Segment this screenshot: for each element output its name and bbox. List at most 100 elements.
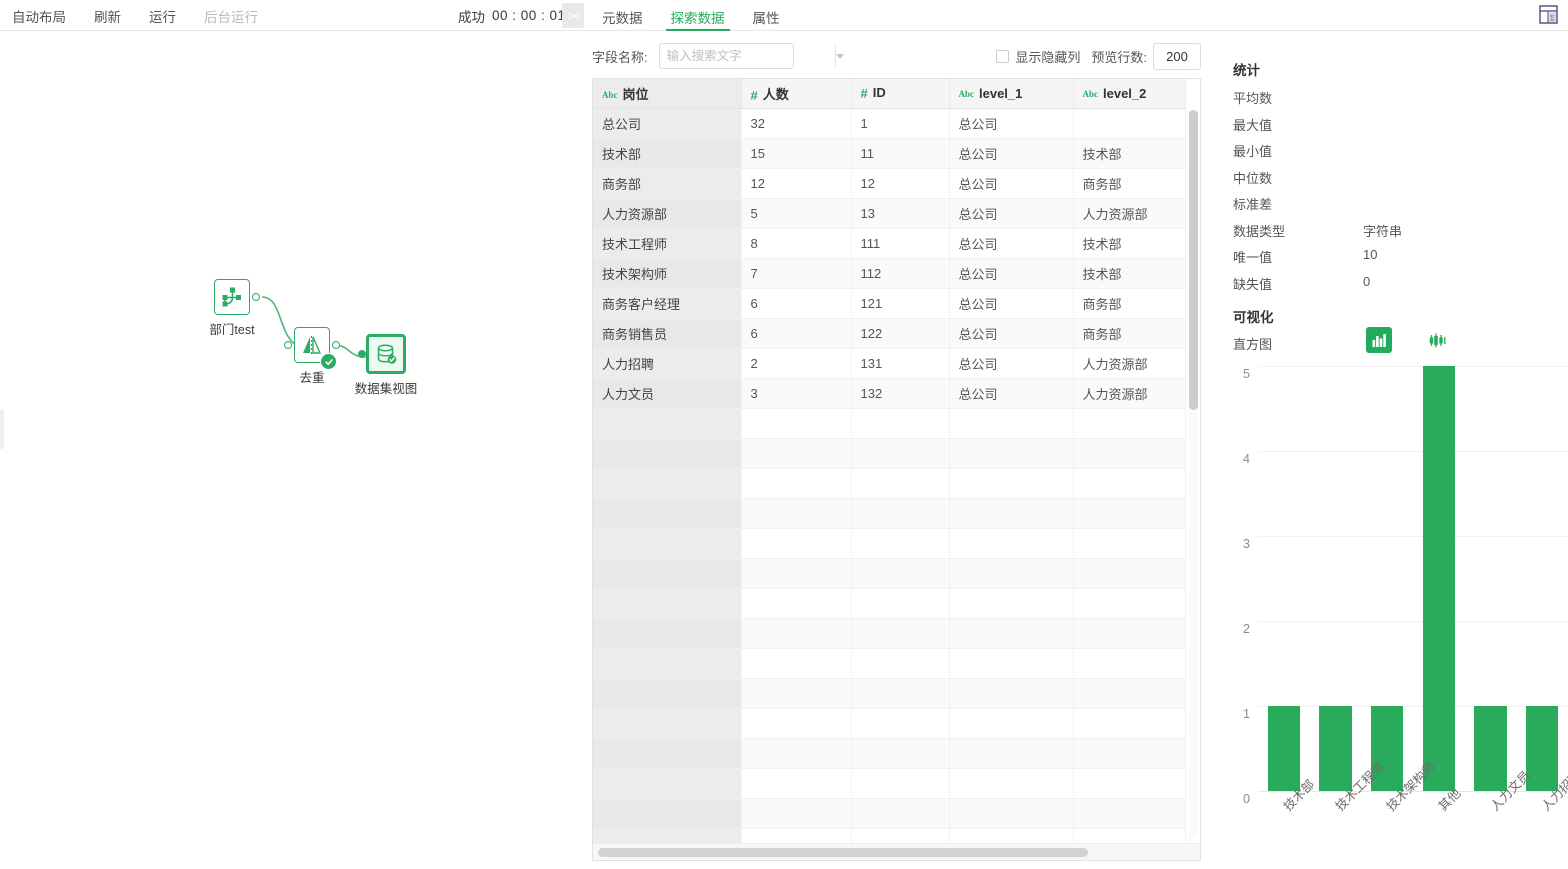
node-output-port[interactable] <box>252 293 260 301</box>
table-cell: 商务客户经理 <box>593 288 742 319</box>
table-column-header-4[interactable]: Abc level_2 <box>1073 79 1186 109</box>
toolbar-action-1[interactable]: 刷新 <box>80 0 135 31</box>
table-cell-empty <box>593 528 742 559</box>
table-cell-empty <box>741 648 852 679</box>
node-box[interactable] <box>284 327 340 370</box>
toolbar-action-3: 后台运行 <box>204 9 258 25</box>
table-vertical-scrollbar[interactable] <box>1189 110 1198 838</box>
table-horizontal-scrollbar[interactable] <box>593 843 1200 860</box>
field-search-combo[interactable] <box>658 43 844 69</box>
table-cell-empty <box>949 528 1074 559</box>
table-vertical-scroll-thumb[interactable] <box>1189 110 1198 410</box>
table-column-header-1[interactable]: # 人数 <box>741 79 852 109</box>
node-input-port[interactable] <box>358 350 366 358</box>
table-cell: 总公司 <box>949 348 1074 379</box>
svg-text:Σ: Σ <box>1550 14 1555 23</box>
table-cell-empty <box>1073 558 1186 589</box>
table-cell: 商务部 <box>1073 318 1186 349</box>
table-column-header-2[interactable]: # ID <box>851 79 950 109</box>
table-cell: 6 <box>741 288 852 319</box>
chart-bar[interactable] <box>1319 706 1352 791</box>
bar-chart-icon[interactable] <box>1366 327 1392 353</box>
table-cell-empty <box>851 438 950 469</box>
workflow-node-source[interactable]: 部门test <box>209 279 260 337</box>
canvas-left-resize-handle[interactable] <box>0 409 4 449</box>
table-row[interactable]: 人力招聘 2 131 总公司 人力资源部 <box>593 348 1186 379</box>
workflow-node-dataset-view[interactable]: 数据集视图 <box>355 334 417 396</box>
show-hidden-columns-checkbox[interactable] <box>996 49 1010 63</box>
table-row[interactable]: 技术部 15 11 总公司 技术部 <box>593 138 1186 169</box>
table-row[interactable]: 商务部 12 12 总公司 商务部 <box>593 168 1186 199</box>
table-row-empty <box>593 648 1186 679</box>
node-box[interactable] <box>214 279 260 315</box>
tab-0[interactable]: 元数据 <box>588 0 657 31</box>
table-column-name: level_2 <box>1103 85 1147 101</box>
table-cell-empty <box>949 708 1074 739</box>
table-cell-empty <box>1073 408 1186 439</box>
table-row[interactable]: 商务销售员 6 122 总公司 商务部 <box>593 318 1186 349</box>
table-cell-empty <box>1073 738 1186 769</box>
preview-rows-input[interactable] <box>1153 42 1201 70</box>
chart-y-tick: 1 <box>1243 707 1250 721</box>
chart-y-tick: 0 <box>1243 792 1250 806</box>
table-cell-empty <box>593 408 742 439</box>
tab-1[interactable]: 探索数据 <box>657 0 739 31</box>
table-cell-empty <box>851 708 950 739</box>
node-output-port[interactable] <box>332 341 340 349</box>
table-column-header-3[interactable]: Abc level_1 <box>949 79 1074 109</box>
stat-label-2: 最小值 <box>1233 144 1273 159</box>
text-type-icon: Abc <box>602 89 618 100</box>
table-column-header-0[interactable]: Abc 岗位 <box>593 79 742 109</box>
table-cell: 人力资源部 <box>593 198 742 229</box>
table-cell-empty <box>851 588 950 619</box>
node-input-port[interactable] <box>284 341 292 349</box>
table-cell-empty <box>949 828 1074 843</box>
summary-table-icon[interactable]: Σ <box>1536 4 1560 26</box>
table-cell-empty <box>851 498 950 529</box>
search-input[interactable] <box>659 44 835 68</box>
table-cell-empty <box>949 438 1074 469</box>
table-cell: 总公司 <box>593 108 742 139</box>
chart-bar[interactable] <box>1422 366 1455 791</box>
toolbar-action-2[interactable]: 运行 <box>135 0 190 31</box>
workflow-canvas[interactable]: 部门test 去重 数据集视图 <box>0 31 583 869</box>
table-cell: 人力招聘 <box>593 348 742 379</box>
table-cell: 3 <box>741 378 852 409</box>
chart-bar[interactable] <box>1267 706 1300 791</box>
table-horizontal-scroll-thumb[interactable] <box>598 848 1088 857</box>
table-cell-empty <box>851 648 950 679</box>
collapse-handle-icon[interactable]: >< <box>562 3 584 28</box>
table-row[interactable]: 人力文员 3 132 总公司 人力资源部 <box>593 378 1186 409</box>
number-type-icon: # <box>860 86 868 102</box>
table-cell-empty <box>949 618 1074 649</box>
table-cell-empty <box>949 798 1074 829</box>
chart-bar[interactable] <box>1474 706 1507 791</box>
toolbar-action-0[interactable]: 自动布局 <box>0 0 80 31</box>
tab-2[interactable]: 属性 <box>739 0 794 31</box>
table-cell: 131 <box>851 348 950 379</box>
table-row[interactable]: 技术架构师 7 112 总公司 技术部 <box>593 258 1186 289</box>
table-row[interactable]: 总公司 32 1 总公司 <box>593 108 1186 139</box>
table-cell-empty <box>949 468 1074 499</box>
table-cell-empty <box>741 468 852 499</box>
table-cell-empty <box>851 768 950 799</box>
data-table-scroll[interactable]: Abc 岗位 # 人数 # ID Abc level_1 Abc level_2 总公司 32 1 总公… <box>593 79 1200 843</box>
chevron-down-icon[interactable] <box>834 44 844 68</box>
table-cell: 总公司 <box>949 198 1074 229</box>
table-row[interactable]: 商务客户经理 6 121 总公司 商务部 <box>593 288 1186 319</box>
number-type-icon: # <box>750 87 758 103</box>
table-cell-empty <box>851 408 950 439</box>
box-plot-icon[interactable] <box>1424 327 1450 353</box>
table-cell: 11 <box>851 138 950 169</box>
table-cell-empty <box>593 798 742 829</box>
node-box[interactable] <box>358 334 406 374</box>
table-cell-empty <box>741 708 852 739</box>
workflow-node-dedupe[interactable]: 去重 <box>284 327 340 385</box>
table-cell: 总公司 <box>949 228 1074 259</box>
table-row[interactable]: 人力资源部 5 13 总公司 人力资源部 <box>593 198 1186 229</box>
workflow-connectors <box>261 296 367 358</box>
table-row[interactable]: 技术工程师 8 111 总公司 技术部 <box>593 228 1186 259</box>
table-cell-empty <box>1073 468 1186 499</box>
table-row-empty <box>593 768 1186 799</box>
table-cell: 5 <box>741 198 852 229</box>
